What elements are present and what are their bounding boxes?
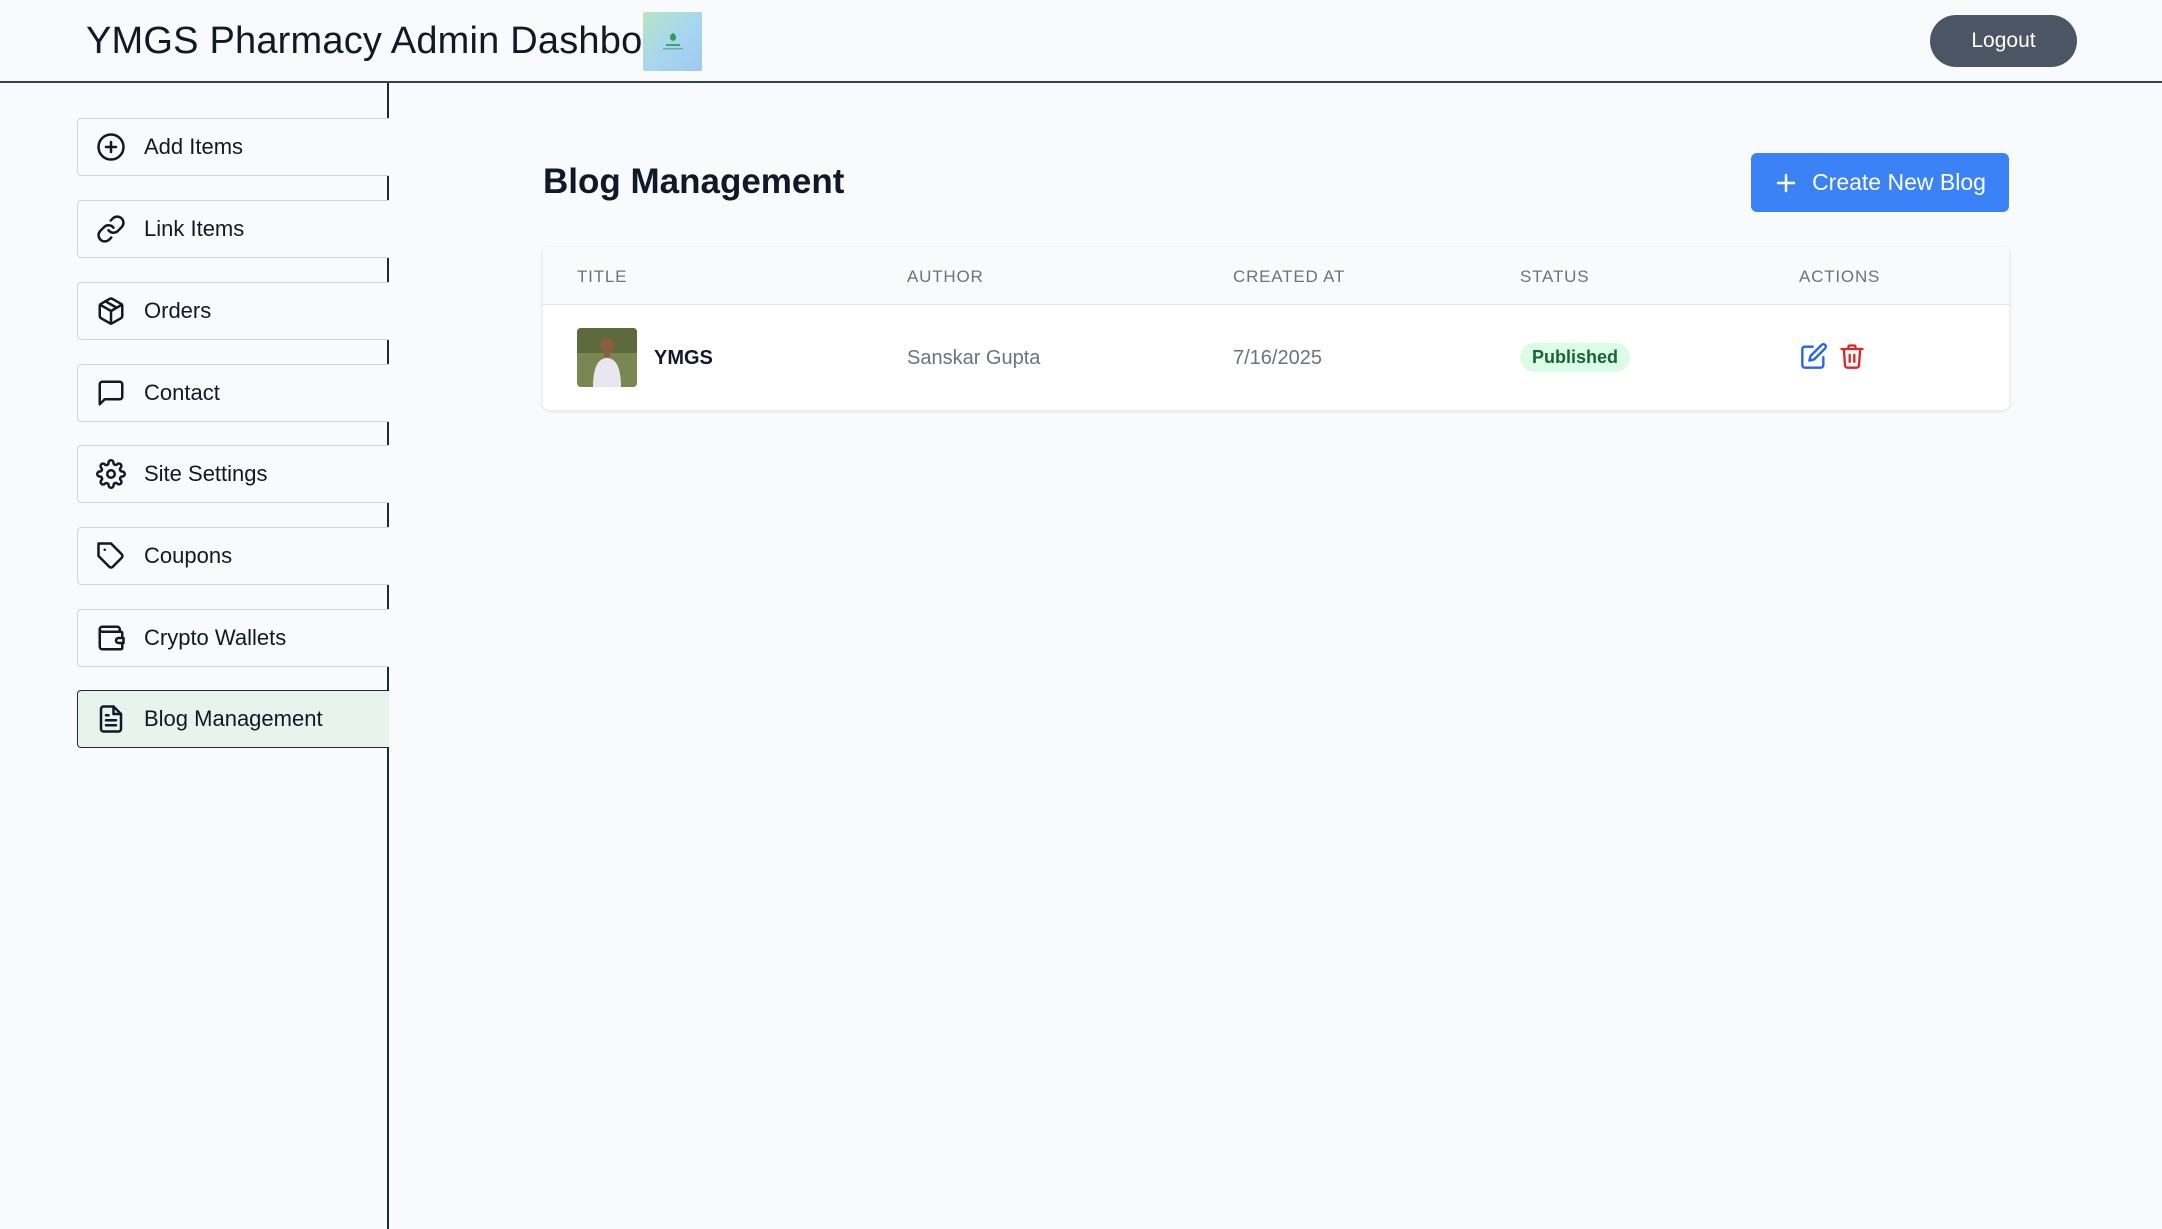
sidebar-item-coupons[interactable]: Coupons <box>77 527 389 585</box>
link-icon <box>96 214 126 244</box>
column-header-created-at: CREATED AT <box>1233 267 1346 286</box>
column-header-status: STATUS <box>1520 267 1590 286</box>
sidebar-item-label: Coupons <box>144 543 233 568</box>
table-header: TITLE AUTHOR CREATED AT STATUS ACTIONS <box>543 247 2009 305</box>
sidebar-item-label: Site Settings <box>144 461 268 486</box>
sidebar-item-label: Crypto Wallets <box>144 625 287 650</box>
column-header-author: AUTHOR <box>907 267 984 286</box>
plus-circle-icon <box>96 132 126 162</box>
wallet-icon <box>96 623 126 653</box>
blog-table: TITLE AUTHOR CREATED AT STATUS ACTIONS Y… <box>543 247 2009 410</box>
delete-icon[interactable] <box>1838 342 1866 370</box>
logo-leaf-icon <box>662 32 683 49</box>
sidebar-item-contact[interactable]: Contact <box>77 364 389 422</box>
tag-icon <box>96 541 126 571</box>
column-header-title: TITLE <box>577 267 628 286</box>
table-row: YMGS Sanskar Gupta 7/16/2025 Published <box>543 305 2009 410</box>
column-header-actions: ACTIONS <box>1799 267 1881 286</box>
gear-icon <box>96 459 126 489</box>
plus-icon <box>1776 173 1796 192</box>
edit-icon[interactable] <box>1800 342 1828 370</box>
create-new-blog-label: Create New Blog <box>1812 169 1986 195</box>
sidebar-item-label: Link Items <box>144 216 245 241</box>
sidebar-item-label: Contact <box>144 380 220 405</box>
logout-button[interactable]: Logout <box>1930 15 2077 67</box>
blog-author: Sanskar Gupta <box>907 347 1041 369</box>
sidebar-item-crypto-wallets[interactable]: Crypto Wallets <box>77 609 389 667</box>
top-header: YMGS Pharmacy Admin Dashboard Logout <box>0 0 2162 83</box>
blog-thumbnail <box>577 328 637 387</box>
blog-created-at: 7/16/2025 <box>1233 347 1322 369</box>
sidebar-item-label: Orders <box>144 298 212 323</box>
create-new-blog-button[interactable]: Create New Blog <box>1751 153 2009 212</box>
page-title: Blog Management <box>543 162 845 201</box>
sidebar-item-link-items[interactable]: Link Items <box>77 200 389 258</box>
message-square-icon <box>96 378 126 408</box>
sidebar: Add Items Link Items Orders Contact Site… <box>0 83 389 1229</box>
blog-title[interactable]: YMGS <box>654 347 713 370</box>
status-badge: Published <box>1520 343 1631 372</box>
sidebar-item-label: Blog Management <box>144 706 323 731</box>
package-icon <box>96 296 126 326</box>
app-title: YMGS Pharmacy Admin Dashboard <box>86 20 698 62</box>
sidebar-item-orders[interactable]: Orders <box>77 282 389 340</box>
sidebar-item-label: Add Items <box>144 134 244 159</box>
author-photo <box>577 328 637 387</box>
sidebar-item-site-settings[interactable]: Site Settings <box>77 445 389 503</box>
sidebar-item-blog-management[interactable]: Blog Management <box>77 690 389 748</box>
sidebar-item-add-items[interactable]: Add Items <box>77 118 389 176</box>
pharmacy-logo <box>643 12 702 71</box>
file-text-icon <box>96 704 126 734</box>
